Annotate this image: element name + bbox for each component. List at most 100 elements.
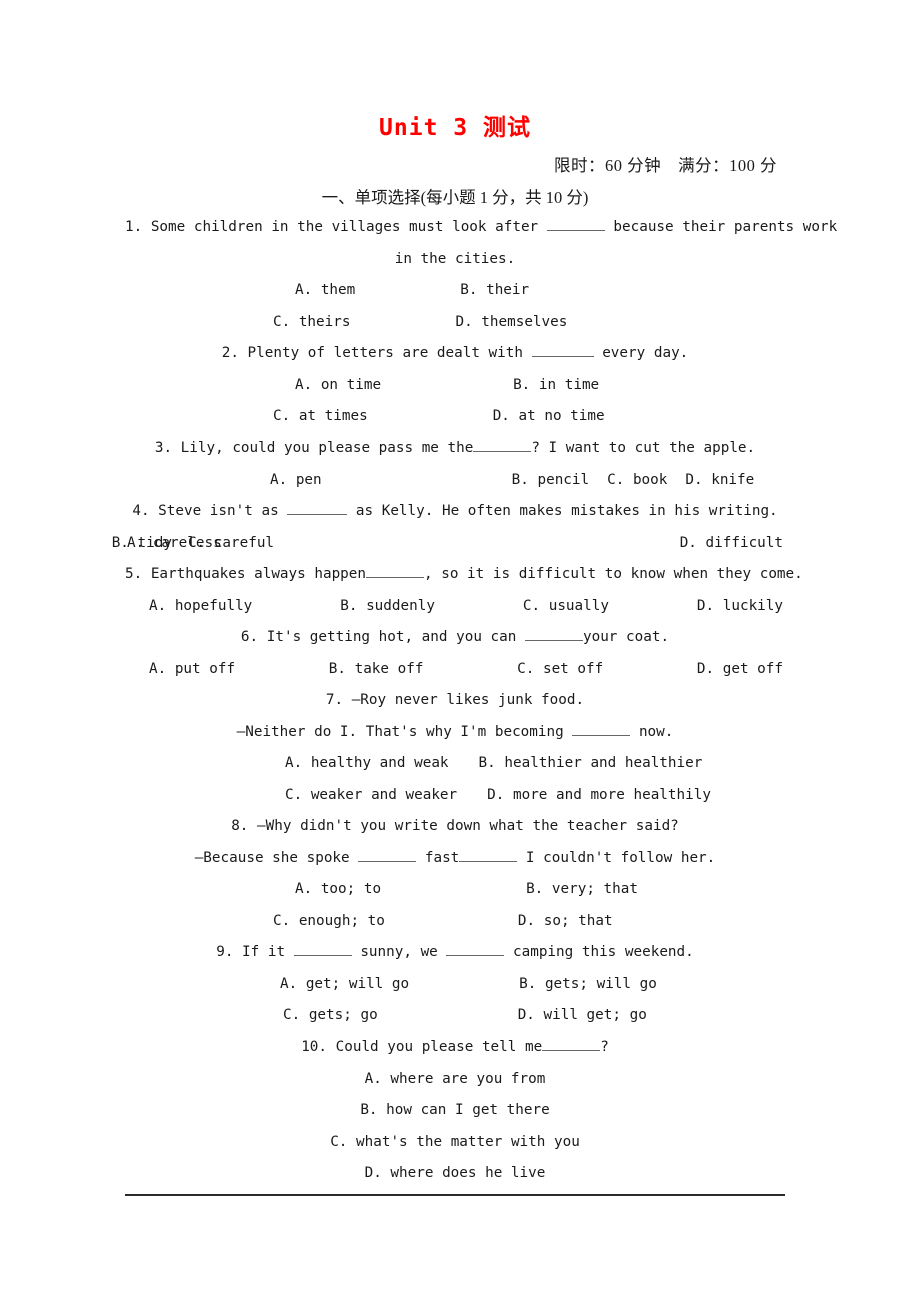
question-5-options-row: A. hopefully B. suddenly C. usually D. l… — [125, 591, 785, 623]
question-8-stem-line2: —Because she spoke fast I couldn't follo… — [125, 843, 785, 875]
question-7-options-row-2: C. weaker and weaker D. more and more he… — [125, 780, 785, 812]
question-2-options-row-2: C. at times D. at no time — [125, 401, 785, 433]
question-6: 6. It's getting hot, and you can your co… — [125, 622, 785, 685]
option-a[interactable]: A. get; will go — [280, 969, 409, 1001]
option-c[interactable]: C. usually — [523, 591, 609, 623]
option-d[interactable]: D. more and more healthily — [487, 780, 711, 812]
question-8: 8. —Why didn't you write down what the t… — [125, 811, 785, 937]
option-a[interactable]: A. on time — [295, 370, 381, 402]
option-a[interactable]: A. healthy and weak — [285, 748, 449, 780]
question-9: 9. If it sunny, we camping this weekend.… — [125, 937, 785, 1032]
option-b[interactable]: B. very; that — [526, 874, 638, 906]
question-1-options-row-2: C. theirs D. themselves — [125, 307, 785, 339]
option-c[interactable]: C. book — [607, 465, 667, 497]
answer-blank[interactable] — [366, 564, 425, 578]
option-b[interactable]: B. suddenly — [340, 591, 435, 623]
question-7-stem-pre: —Neither do I. That's why I'm becoming — [236, 723, 564, 740]
option-c[interactable]: C. at times — [273, 401, 368, 433]
section-heading: 一、单项选择(每小题 1 分，共 10 分) — [321, 188, 589, 207]
question-1-stem-tail: because their parents work — [613, 219, 838, 235]
option-a[interactable]: A. too; to — [295, 874, 381, 906]
question-6-stem-pre: 6. It's getting hot, and you can — [240, 629, 517, 645]
question-10-option-b[interactable]: B. how can I get there — [125, 1095, 785, 1127]
question-5-stem-post: , so it is difficult to know when they c… — [424, 566, 803, 582]
option-b[interactable]: B. their — [460, 275, 529, 307]
question-4-stem-post: as Kelly. He often makes mistakes in his… — [355, 503, 778, 519]
question-6-stem: 6. It's getting hot, and you can your co… — [125, 622, 785, 654]
question-10-stem-pre: 10. Could you please tell me — [301, 1039, 543, 1055]
question-4-options-row: A. careless B. tidy C. careful D. diffic… — [112, 528, 785, 560]
question-1: 1. Some children in the villages must lo… — [125, 212, 837, 339]
question-2-stem-text: 2. Plenty of letters are dealt with — [221, 345, 523, 361]
question-1-options-row-1: A. them B. their — [125, 275, 785, 307]
page-title: Unit 3 测试 — [379, 115, 531, 141]
option-b[interactable]: B. tidy — [112, 528, 172, 560]
footer-divider — [125, 1194, 785, 1196]
question-3-options-row: A. pen B. pencil C. book D. knife — [125, 465, 785, 497]
answer-blank[interactable] — [542, 1037, 601, 1051]
option-b[interactable]: B. in time — [513, 370, 599, 402]
question-10-option-c[interactable]: C. what's the matter with you — [125, 1127, 785, 1159]
question-7-stem-line1: 7. —Roy never likes junk food. — [325, 692, 585, 708]
answer-blank[interactable] — [358, 847, 417, 862]
option-a[interactable]: A. pen — [270, 465, 322, 497]
option-a[interactable]: A. them — [295, 275, 355, 307]
answer-blank[interactable] — [293, 942, 352, 956]
answer-blank[interactable] — [531, 343, 594, 357]
option-d[interactable]: D. will get; go — [518, 1000, 647, 1032]
question-1-stem: 1. Some children in the villages must lo… — [125, 212, 837, 244]
option-c[interactable]: C. enough; to — [273, 906, 385, 938]
answer-blank[interactable] — [459, 847, 518, 862]
question-3-stem-pre: 3. Lily, could you please pass me the — [154, 440, 474, 456]
option-a[interactable]: A. hopefully — [149, 591, 252, 623]
option-b[interactable]: B. gets; will go — [519, 969, 657, 1001]
question-9-options-row-2: C. gets; go D. will get; go — [125, 1000, 785, 1032]
question-9-stem-post: camping this weekend. — [513, 944, 694, 960]
question-4: 4. Steve isn't as as Kelly. He often mak… — [112, 496, 785, 560]
option-c[interactable]: C. theirs — [273, 307, 350, 339]
question-10-stem: 10. Could you please tell me? — [125, 1032, 785, 1064]
exam-meta: 限时：60 分钟 满分：100 分 — [554, 156, 777, 175]
answer-blank[interactable] — [546, 217, 605, 231]
answer-blank[interactable] — [446, 942, 505, 956]
question-1-stem-cont: in the cities. — [394, 250, 516, 267]
question-9-stem-mid: sunny, we — [360, 944, 438, 960]
option-d[interactable]: D. luckily — [697, 591, 783, 623]
question-1-stem-text: 1. Some children in the villages must lo… — [125, 219, 539, 235]
question-9-stem-pre: 9. If it — [216, 944, 286, 960]
option-d[interactable]: D. at no time — [493, 401, 605, 433]
question-3-stem: 3. Lily, could you please pass me the ? I… — [125, 433, 785, 465]
question-8-options-row-2: C. enough; to D. so; that — [125, 906, 785, 938]
question-10-option-a[interactable]: A. where are you from — [125, 1064, 785, 1096]
question-6-stem-post: your coat. — [582, 629, 670, 645]
question-5-stem: 5. Earthquakes always happen , so it is d… — [125, 559, 803, 591]
question-2-stem: 2. Plenty of letters are dealt with ever… — [125, 338, 785, 370]
question-8-stem-mid: fast — [424, 849, 460, 866]
option-c[interactable]: C. careful — [188, 528, 274, 560]
question-9-options-row-1: A. get; will go B. gets; will go — [125, 969, 785, 1001]
option-d[interactable]: D. knife — [685, 465, 754, 497]
option-d[interactable]: D. difficult — [680, 528, 783, 560]
answer-blank[interactable] — [473, 438, 532, 452]
option-b[interactable]: B. pencil — [512, 465, 589, 497]
option-d[interactable]: D. get off — [697, 654, 783, 686]
option-c[interactable]: C. set off — [517, 654, 603, 686]
answer-blank[interactable] — [572, 721, 631, 736]
option-a[interactable]: A. put off — [149, 654, 235, 686]
option-c[interactable]: C. gets; go — [283, 1000, 378, 1032]
option-b[interactable]: B. take off — [329, 654, 424, 686]
option-d[interactable]: D. so; that — [518, 906, 613, 938]
question-5-stem-pre: 5. Earthquakes always happen — [125, 566, 367, 582]
question-4-stem: 4. Steve isn't as as Kelly. He often mak… — [125, 496, 785, 528]
answer-blank[interactable] — [287, 501, 348, 515]
option-c[interactable]: C. weaker and weaker — [285, 780, 457, 812]
question-10-option-d[interactable]: D. where does he live — [125, 1158, 785, 1190]
option-d[interactable]: D. themselves — [455, 307, 567, 339]
option-b[interactable]: B. healthier and healthier — [479, 748, 703, 780]
answer-blank[interactable] — [524, 627, 583, 641]
question-7: 7. —Roy never likes junk food. —Neither … — [125, 685, 785, 811]
question-9-stem: 9. If it sunny, we camping this weekend. — [125, 937, 785, 969]
question-10: 10. Could you please tell me? A. where a… — [125, 1032, 785, 1190]
question-8-stem-pre: —Because she spoke — [194, 849, 350, 866]
question-2: 2. Plenty of letters are dealt with ever… — [125, 338, 785, 433]
